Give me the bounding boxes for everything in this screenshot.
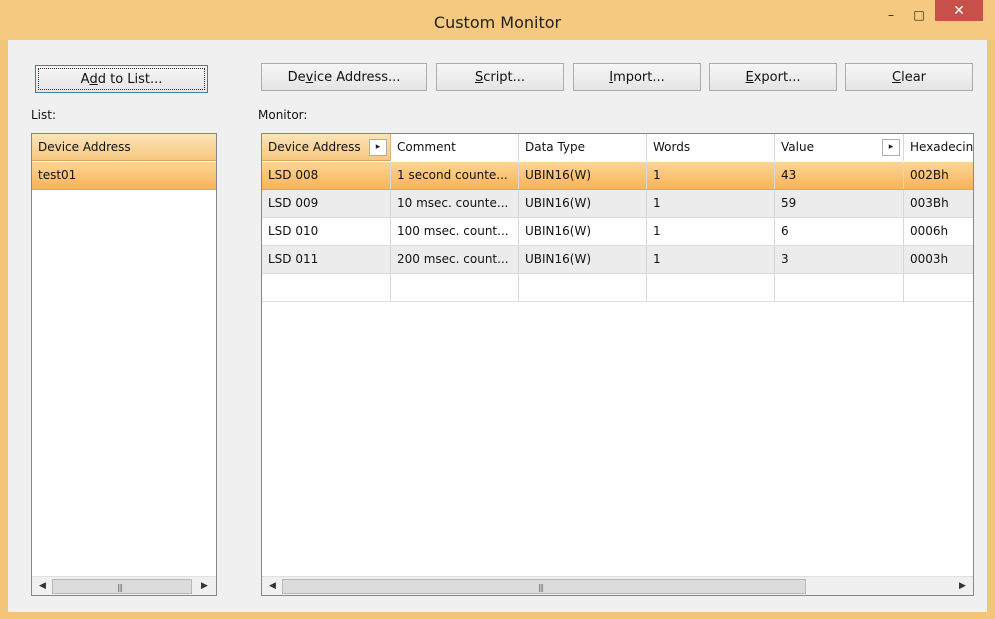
scroll-right-icon[interactable]: ▶: [954, 578, 971, 595]
list-horizontal-scrollbar[interactable]: ◀ ||| ▶: [32, 576, 216, 595]
export-label-mnemonic: E: [745, 69, 754, 85]
cell-data-type: UBIN16(W): [519, 162, 647, 189]
grip-icon: |||: [117, 583, 123, 592]
cell-value: 3: [775, 246, 904, 273]
script-label-b: cript...: [483, 69, 526, 85]
script-button[interactable]: Script...: [436, 63, 564, 91]
script-label-mnemonic: S: [474, 69, 484, 85]
monitor-label: Monitor:: [258, 108, 308, 122]
device-address-button[interactable]: De v ice Address...: [261, 63, 427, 91]
window-frame: Custom Monitor – □ ✕ Add to List... De v i…: [0, 0, 995, 619]
close-icon[interactable]: ✕: [935, 0, 983, 21]
cell-hex: 002Bh: [910, 168, 949, 182]
cell-empty[interactable]: [262, 274, 391, 301]
cell-hex: 0006h: [910, 224, 949, 238]
expand-arrow-icon[interactable]: ▸: [882, 139, 900, 156]
cell-hex: 003Bh: [910, 196, 949, 210]
cell-words: 1: [647, 162, 775, 189]
col-header-data-type[interactable]: Data Type: [519, 134, 647, 161]
scroll-thumb[interactable]: |||: [52, 579, 192, 594]
import-button[interactable]: Import...: [573, 63, 701, 91]
cell-words: 1: [647, 218, 775, 245]
col-header-device-address-label: Device Address: [268, 140, 361, 154]
window-title: Custom Monitor: [433, 13, 562, 32]
device-address-label-mnemonic: v: [305, 69, 314, 85]
cell-comment: 100 msec. count...: [391, 218, 519, 245]
scroll-left-icon[interactable]: ◀: [264, 578, 281, 595]
cell-words: 1: [647, 246, 775, 273]
expand-arrow-icon[interactable]: ▸: [369, 139, 387, 156]
import-label-b: mport...: [613, 69, 665, 85]
cell-value: 6: [775, 218, 904, 245]
add-to-list-label-mnemonic: d: [89, 71, 98, 87]
grip-icon: |||: [538, 583, 544, 592]
cell-device: LSD 009: [262, 190, 391, 217]
monitor-grid-panel[interactable]: Device Address ▸ Comment Data Type Words…: [261, 133, 974, 596]
minimize-icon[interactable]: –: [876, 0, 906, 30]
title-bar[interactable]: Custom Monitor – □ ✕: [0, 0, 995, 40]
scroll-thumb[interactable]: |||: [282, 579, 806, 594]
cell-empty[interactable]: [647, 274, 775, 301]
cell-empty[interactable]: [391, 274, 519, 301]
cell-empty[interactable]: [775, 274, 904, 301]
client-area: Add to List... De v ice Address... Script.…: [8, 40, 987, 612]
cell-comment: 1 second counte...: [391, 162, 519, 189]
clear-button[interactable]: Clear: [845, 63, 973, 91]
device-list-panel[interactable]: Device Address test01 ◀ ||| ▶: [31, 133, 217, 596]
export-label-b: xport...: [753, 69, 801, 85]
clear-label-mnemonic: C: [892, 69, 902, 85]
device-address-label-a: De: [287, 69, 306, 85]
export-button[interactable]: Export...: [709, 63, 837, 91]
cell-device: LSD 011: [262, 246, 391, 273]
cell-data-type: UBIN16(W): [519, 246, 647, 273]
col-header-words[interactable]: Words: [647, 134, 775, 161]
cell-words: 1: [647, 190, 775, 217]
cell-empty[interactable]: [519, 274, 647, 301]
add-to-list-label-a: A: [80, 71, 90, 87]
clear-label-b: lear: [901, 69, 926, 85]
col-header-hexadecimal[interactable]: Hexadecin: [904, 134, 973, 161]
cell-hex: 0003h: [910, 252, 949, 266]
cell-empty[interactable]: [904, 274, 973, 301]
add-to-list-button[interactable]: Add to List...: [35, 65, 208, 93]
table-row[interactable]: LSD 009 10 msec. counte... UBIN16(W) 1 5…: [262, 190, 973, 218]
list-item-label: test01: [38, 168, 77, 182]
scroll-left-icon[interactable]: ◀: [34, 578, 51, 595]
table-row[interactable]: LSD 011 200 msec. count... UBIN16(W) 1 3…: [262, 246, 973, 274]
cell-value: 43: [775, 162, 904, 189]
cell-comment: 200 msec. count...: [391, 246, 519, 273]
list-label: List:: [31, 108, 57, 122]
table-row[interactable]: LSD 010 100 msec. count... UBIN16(W) 1 6…: [262, 218, 973, 246]
list-item[interactable]: test01: [32, 162, 216, 190]
device-address-label-b: ice Address...: [313, 69, 401, 85]
list-header-device-address[interactable]: Device Address: [32, 134, 216, 161]
monitor-header: Device Address ▸ Comment Data Type Words…: [262, 134, 973, 161]
maximize-icon[interactable]: □: [904, 0, 934, 30]
cell-value: 59: [775, 190, 904, 217]
scroll-right-icon[interactable]: ▶: [196, 578, 213, 595]
cell-comment: 10 msec. counte...: [391, 190, 519, 217]
col-header-comment[interactable]: Comment: [391, 134, 519, 161]
cell-device: LSD 008: [262, 162, 391, 189]
add-to-list-label-b: d to List...: [97, 71, 163, 87]
cell-data-type: UBIN16(W): [519, 218, 647, 245]
cell-device: LSD 010: [262, 218, 391, 245]
table-row[interactable]: LSD 008 1 second counte... UBIN16(W) 1 4…: [262, 162, 973, 190]
list-header: Device Address: [32, 134, 216, 161]
monitor-horizontal-scrollbar[interactable]: ◀ ||| ▶: [262, 576, 973, 595]
cell-data-type: UBIN16(W): [519, 190, 647, 217]
table-row-empty[interactable]: [262, 274, 973, 302]
